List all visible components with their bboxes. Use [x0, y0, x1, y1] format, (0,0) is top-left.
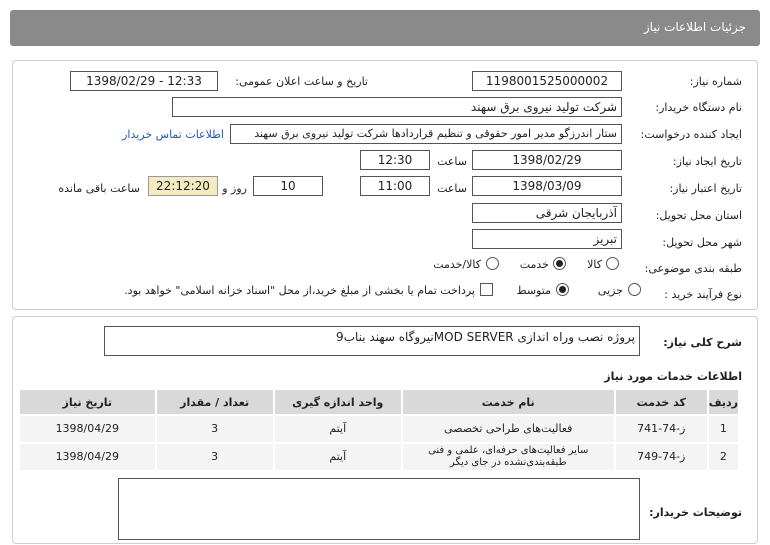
category-radio-service[interactable]	[553, 257, 566, 270]
col-code: کد خدمت	[613, 388, 709, 416]
buyer-contact-link[interactable]: اطلاعات تماس خریدار	[122, 128, 224, 141]
announce-label: تاریخ و ساعت اعلان عمومی:	[235, 75, 368, 88]
buyer-org-field: شرکت تولید نیروی برق سهند	[172, 97, 622, 117]
city-field: تبریز	[472, 229, 622, 249]
col-unit: واحد اندازه گیری	[272, 388, 403, 416]
buyer-org-label: نام دستگاه خریدار:	[655, 101, 742, 114]
process-option-minor: جزیی	[597, 284, 623, 297]
validity-time-label: ساعت	[437, 182, 467, 195]
col-row: ردیف	[706, 388, 741, 416]
buyer-notes-label: توضیحات خریدار:	[649, 506, 742, 519]
days-label: روز و	[222, 182, 247, 195]
services-title: اطلاعات خدمات مورد نیاز	[604, 370, 742, 383]
category-radio-both[interactable]	[486, 257, 499, 270]
col-qty: تعداد / مقدار	[154, 388, 275, 416]
table-row: 2 ز-74-749 سایر فعالیت‌های حرفه‌ای، علمی…	[18, 442, 741, 472]
category-label: طبقه بندی موضوعی:	[644, 262, 742, 275]
col-name: نام خدمت	[400, 388, 616, 416]
payment-note: پرداخت تمام یا بخشی از مبلغ خرید،از محل …	[124, 284, 475, 297]
service-unit: آیتم	[272, 442, 403, 472]
row-index: 2	[706, 442, 741, 472]
created-date-field: 1398/02/29	[472, 150, 622, 170]
service-date: 1398/04/29	[18, 442, 157, 472]
city-label: شهر محل تحویل:	[662, 236, 742, 249]
summary-label: شرح کلی نیاز:	[663, 336, 742, 349]
service-qty: 3	[154, 442, 275, 472]
category-option-service: خدمت	[519, 258, 549, 271]
created-date-label: تاریخ ایجاد نیاز:	[672, 155, 742, 168]
process-label: نوع فرآیند خرید :	[664, 288, 742, 301]
category-option-goods: کالا	[587, 258, 602, 271]
service-code: ز-74-741	[613, 414, 709, 444]
category-option-both: کالا/خدمت	[433, 258, 481, 271]
process-radio-minor[interactable]	[628, 283, 641, 296]
province-label: استان محل تحویل:	[655, 209, 742, 222]
service-qty: 3	[154, 414, 275, 444]
validity-date-field: 1398/03/09	[472, 176, 622, 196]
remaining-label: ساعت باقی مانده	[58, 182, 140, 195]
validity-date-label: تاریخ اعتبار نیاز:	[669, 182, 742, 195]
payment-checkbox[interactable]	[480, 283, 493, 296]
remaining-time-field: 22:12:20	[148, 176, 218, 196]
row-index: 1	[706, 414, 741, 444]
need-number-label: شماره نیاز:	[689, 75, 742, 88]
category-radio-goods[interactable]	[606, 257, 619, 270]
need-number-field: 1198001525000002	[472, 71, 622, 91]
validity-time-field: 11:00	[360, 176, 430, 196]
table-header-row: ردیف کد خدمت نام خدمت واحد اندازه گیری ت…	[18, 388, 741, 416]
creator-field: ستار اندرزگو مدیر امور حقوقی و تنظیم قرا…	[230, 124, 622, 144]
table-row: 1 ز-74-741 فعالیت‌های طراحی تخصصی آیتم 3…	[18, 414, 741, 444]
created-time-field: 12:30	[360, 150, 430, 170]
service-code: ز-74-749	[613, 442, 709, 472]
process-radio-medium[interactable]	[556, 283, 569, 296]
days-remaining-field: 10	[253, 176, 323, 196]
announce-field: 1398/02/29 - 12:33	[70, 71, 218, 91]
service-name: سایر فعالیت‌های حرفه‌ای، علمی و فنی طبقه…	[400, 442, 616, 472]
page-header: جزئیات اطلاعات نیاز	[10, 10, 760, 46]
created-time-label: ساعت	[437, 155, 467, 168]
summary-field: پروژه نصب وراه اندازی MOD SERVERنیروگاه …	[104, 326, 640, 356]
province-field: آذربایجان شرقی	[472, 203, 622, 223]
page-title: جزئیات اطلاعات نیاز	[643, 20, 746, 34]
services-table: ردیف کد خدمت نام خدمت واحد اندازه گیری ت…	[18, 388, 741, 472]
service-name: فعالیت‌های طراحی تخصصی	[400, 414, 616, 444]
service-date: 1398/04/29	[18, 414, 157, 444]
process-option-medium: متوسط	[516, 284, 551, 297]
creator-label: ایجاد کننده درخواست:	[640, 128, 742, 141]
buyer-notes-field	[118, 478, 640, 540]
service-unit: آیتم	[272, 414, 403, 444]
col-date: تاریخ نیاز	[18, 388, 157, 416]
